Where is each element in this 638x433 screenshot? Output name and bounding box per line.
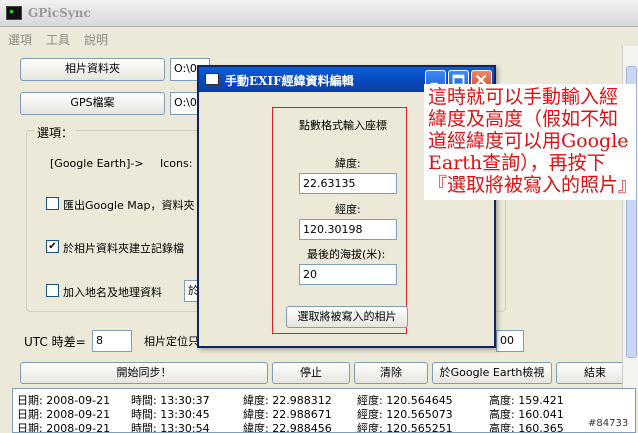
latitude-input[interactable]: 22.63135 bbox=[299, 173, 397, 194]
create-log-label: 於相片資料夾建立記錄檔 bbox=[63, 242, 184, 255]
log-altitude: 高度: 160.365 bbox=[489, 422, 564, 433]
google-earth-view-button[interactable]: 於Google Earth檢視 bbox=[432, 362, 552, 384]
menu-help[interactable]: 說明 bbox=[84, 31, 108, 48]
photo-position-label: 相片定位只 bbox=[144, 335, 199, 348]
add-geonames-checkbox[interactable] bbox=[46, 284, 59, 297]
icons-label: Icons: bbox=[160, 157, 193, 170]
altitude-label: 最後的海拔(米): bbox=[307, 248, 386, 261]
log-latitude: 緯度: 22.988456 bbox=[243, 422, 332, 433]
select-photo-button[interactable]: 選取將被寫入的相片 bbox=[286, 306, 408, 328]
google-earth-label: [Google Earth]-> bbox=[50, 157, 144, 170]
menu-tools[interactable]: 工具 bbox=[46, 31, 70, 48]
dialog-title: 手動EXIF經緯資料編輯 bbox=[225, 74, 354, 88]
decimal-input-label: 點數格式輸入座標 bbox=[299, 119, 387, 132]
create-log-checkbox[interactable]: ✔ bbox=[46, 240, 59, 253]
altitude-input[interactable]: 20 bbox=[299, 264, 397, 285]
clear-button[interactable]: 清除 bbox=[354, 362, 428, 384]
start-sync-button[interactable]: 開始同步！ bbox=[20, 362, 268, 384]
log-output[interactable]: 日期: 2008-09-21 時間: 13:30:37 緯度: 22.98831… bbox=[12, 388, 636, 433]
photo-folder-button[interactable]: 相片資料夾 bbox=[20, 58, 165, 81]
gps-file-button[interactable]: GPS檔案 bbox=[20, 92, 165, 115]
export-google-map-checkbox[interactable] bbox=[46, 197, 59, 210]
menu-bar: 選項 工具 說明 bbox=[0, 28, 638, 48]
log-time: 時間: 13:30:54 bbox=[131, 422, 210, 433]
dialog-app-icon bbox=[205, 73, 219, 85]
log-date: 日期: 2008-09-21 bbox=[17, 422, 111, 433]
annotation-text: 這時就可以手動輸入經緯度及高度（假如不知道經緯度可以用Google Earth查… bbox=[424, 84, 637, 200]
app-title: GPicSync bbox=[28, 6, 91, 20]
options-title: 選項： bbox=[34, 124, 77, 141]
title-bar: GPicSync bbox=[0, 0, 638, 27]
watermark: #84733 bbox=[588, 418, 629, 429]
log-longitude: 經度: 120.565251 bbox=[357, 422, 453, 433]
tolerance-field[interactable]: 00 bbox=[496, 330, 524, 352]
add-geonames-label: 加入地名及地理資料 bbox=[63, 286, 162, 299]
latitude-label: 緯度: bbox=[335, 157, 361, 170]
app-icon bbox=[6, 6, 22, 20]
longitude-label: 經度: bbox=[335, 203, 361, 216]
utc-label: UTC 時差= bbox=[24, 335, 86, 349]
menu-options[interactable]: 選項 bbox=[8, 31, 32, 48]
export-google-map-label: 匯出Google Map，資料夾 bbox=[63, 199, 195, 212]
utc-offset-field[interactable]: 8 bbox=[92, 330, 132, 352]
stop-button[interactable]: 停止 bbox=[272, 362, 350, 384]
longitude-input[interactable]: 120.30198 bbox=[299, 219, 397, 240]
